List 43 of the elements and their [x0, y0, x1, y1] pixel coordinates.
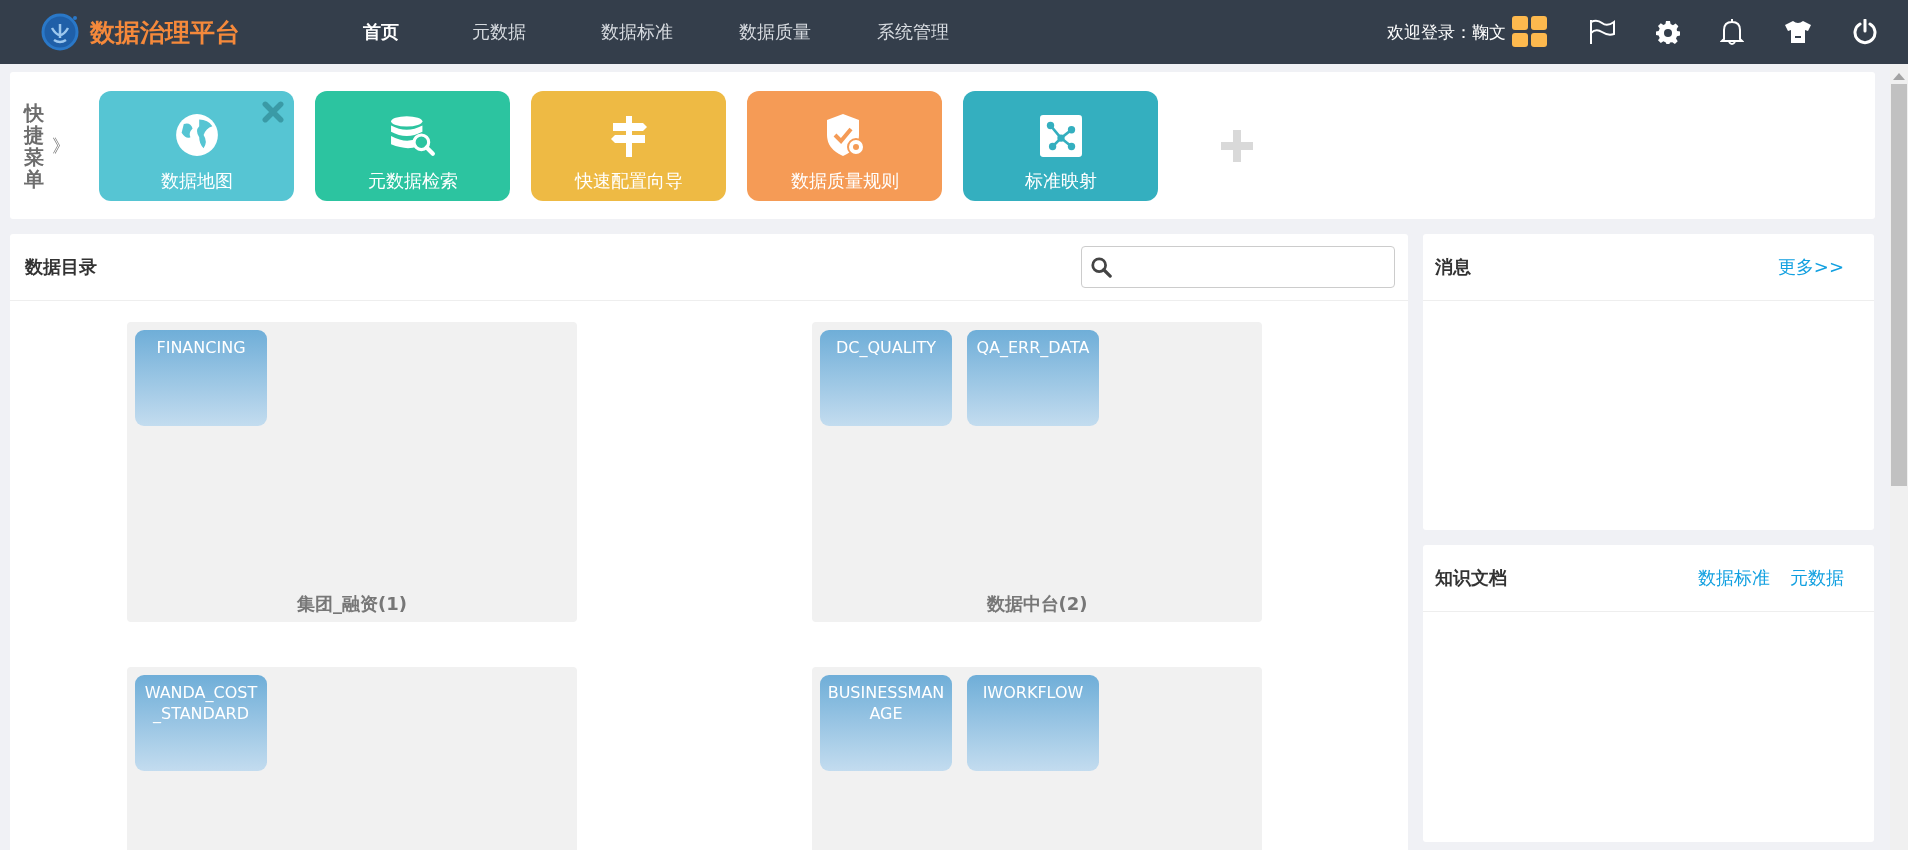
category-link[interactable]: 元数据	[1790, 566, 1844, 590]
nav-tab[interactable]: 数据标准	[568, 20, 706, 44]
nav-tab[interactable]: 首页	[332, 20, 430, 44]
power-icon[interactable]	[1852, 19, 1878, 45]
brand-title: 数据治理平台	[90, 16, 240, 49]
nav-tab[interactable]: 数据质量	[706, 20, 844, 44]
group-label: 数据中台(2)	[986, 592, 1088, 616]
flag-icon[interactable]	[1588, 19, 1616, 45]
settings-icon[interactable]	[1656, 20, 1680, 44]
category-link[interactable]: 数据标准	[1698, 566, 1770, 590]
bell-icon[interactable]	[1720, 18, 1744, 46]
panel-title: 数据目录	[25, 255, 97, 279]
nav-tab[interactable]: 系统管理	[844, 20, 982, 44]
schema-tile[interactable]: IWORKFLOW	[967, 675, 1099, 771]
group-label: 集团_融资(1)	[297, 592, 407, 616]
scroll-thumb[interactable]	[1891, 84, 1907, 486]
globe-icon	[174, 112, 219, 157]
expand-toggle[interactable]: 》	[52, 133, 70, 158]
schema-tile[interactable]: WANDA_COST_STANDARD	[135, 675, 267, 771]
schema-tile[interactable]: BUSINESSMANAGE	[820, 675, 952, 771]
share-nodes-icon	[1039, 114, 1082, 157]
logo-icon	[40, 12, 80, 52]
scrollbar[interactable]	[1890, 64, 1908, 850]
shortcut-tile[interactable]: 数据质量规则	[747, 90, 942, 201]
quick-menu-title: 快捷菜单	[24, 101, 44, 190]
app-grid-icon[interactable]	[1512, 16, 1548, 48]
search-field[interactable]	[1081, 246, 1395, 288]
schema-tile[interactable]: QA_ERR_DATA	[967, 330, 1099, 426]
nav-tab[interactable]: 元数据	[430, 20, 568, 44]
welcome-text: 欢迎登录：鞠文	[1387, 20, 1506, 44]
shortcut-tile[interactable]: 快速配置向导	[531, 90, 726, 201]
schema-tile[interactable]: DC_QUALITY	[820, 330, 952, 426]
more-link[interactable]: 更多>>	[1777, 255, 1844, 279]
database-search-icon	[389, 114, 436, 157]
shortcut-tile[interactable]: 元数据检索	[315, 90, 510, 201]
shortcut-tile[interactable]: 数据地图	[99, 90, 294, 201]
panel-title: 消息	[1435, 255, 1471, 279]
schema-tile[interactable]: FINANCING	[135, 330, 267, 426]
search-icon	[1090, 256, 1112, 278]
panel-title: 知识文档	[1435, 566, 1507, 590]
shield-gear-icon	[824, 112, 865, 157]
shirt-icon[interactable]	[1784, 20, 1812, 44]
shortcut-tile[interactable]: 标准映射	[963, 90, 1158, 201]
